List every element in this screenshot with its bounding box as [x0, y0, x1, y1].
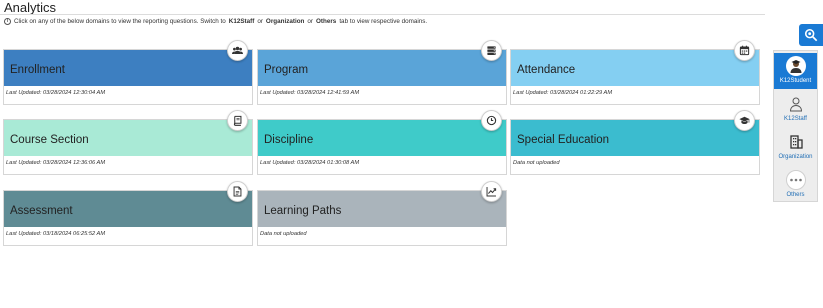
more-dots-icon — [785, 170, 806, 190]
tab-organization[interactable]: Organization — [774, 129, 817, 165]
card-title: Course Section — [10, 134, 89, 146]
search-icon — [804, 28, 818, 42]
info-text-k12staff: K12Staff — [228, 18, 255, 25]
info-icon: i — [4, 18, 11, 25]
card-title: Program — [264, 64, 309, 76]
tab-label: Others — [786, 192, 805, 198]
tab-k12staff[interactable]: K12Staff — [774, 91, 817, 127]
card-header: Discipline — [258, 110, 506, 156]
card-title: Attendance — [517, 64, 576, 76]
card-status: Last Updated: 03/28/2024 12:30:04 AM — [6, 90, 106, 96]
info-text-or-2: or — [307, 18, 314, 25]
info-text-organization: Organization — [265, 18, 305, 25]
info-message: i Click on any of the below domains to v… — [4, 18, 427, 25]
search-analytics-button[interactable] — [799, 24, 823, 46]
card-title: Special Education — [517, 134, 610, 146]
domain-card-learning-paths[interactable]: Learning Paths Data not uploaded — [257, 181, 507, 246]
card-header: Course Section — [4, 110, 252, 156]
card-title: Discipline — [264, 134, 314, 146]
card-title: Assessment — [10, 205, 73, 217]
info-text-post: tab to view respective domains. — [339, 18, 428, 25]
info-text-others: Others — [316, 18, 337, 25]
card-status: Last Updated: 03/28/2024 12:36:06 AM — [6, 160, 106, 166]
line-chart-icon — [481, 181, 502, 202]
tab-label: Organization — [778, 154, 813, 160]
tab-label: K12Staff — [784, 116, 807, 122]
card-header: Enrollment — [4, 40, 252, 86]
staff-person-icon — [786, 94, 806, 114]
book-icon — [227, 110, 248, 131]
card-status: Data not uploaded — [513, 160, 560, 166]
card-header: Program — [258, 40, 506, 86]
domain-tab-panel: K12Student K12Staff Organization Others — [773, 50, 818, 202]
card-header: Special Education — [511, 110, 759, 156]
card-status: Last Updated: 03/28/2024 12:41:59 AM — [260, 90, 360, 96]
card-title: Learning Paths — [264, 205, 342, 217]
card-status: Last Updated: 03/28/2024 01:22:29 AM — [513, 90, 613, 96]
card-header: Learning Paths — [258, 181, 506, 227]
building-icon — [786, 132, 806, 152]
page-title: Analytics — [4, 0, 57, 15]
card-header: Attendance — [511, 40, 759, 86]
card-status: Last Updated: 03/28/2024 01:30:08 AM — [260, 160, 360, 166]
domain-card-program[interactable]: Program Last Updated: 03/28/2024 12:41:5… — [257, 40, 507, 105]
info-text-pre: Click on any of the below domains to vie… — [14, 18, 226, 25]
card-title: Enrollment — [10, 64, 65, 76]
domain-card-course-section[interactable]: Course Section Last Updated: 03/28/2024 … — [3, 110, 253, 175]
clock-icon — [481, 110, 502, 131]
card-status: Last Updated: 03/18/2024 06:25:52 AM — [6, 231, 106, 237]
graduation-cap-icon — [734, 110, 755, 131]
info-text-or-1: or — [257, 18, 263, 25]
server-stack-icon — [481, 40, 502, 61]
card-header: Assessment — [4, 181, 252, 227]
users-group-icon — [227, 40, 248, 61]
document-icon — [227, 181, 248, 202]
student-avatar-icon — [785, 56, 806, 76]
title-divider — [0, 14, 765, 15]
domain-card-enrollment[interactable]: Enrollment Last Updated: 03/28/2024 12:3… — [3, 40, 253, 105]
tab-label: K12Student — [779, 78, 812, 84]
card-status: Data not uploaded — [260, 231, 307, 237]
domain-card-special-education[interactable]: Special Education Data not uploaded — [510, 110, 760, 175]
tab-others[interactable]: Others — [774, 167, 817, 203]
tab-k12student[interactable]: K12Student — [774, 53, 817, 89]
domain-card-discipline[interactable]: Discipline Last Updated: 03/28/2024 01:3… — [257, 110, 507, 175]
calendar-icon — [734, 40, 755, 61]
domain-card-attendance[interactable]: Attendance Last Updated: 03/28/2024 01:2… — [510, 40, 760, 105]
domain-card-assessment[interactable]: Assessment Last Updated: 03/18/2024 06:2… — [3, 181, 253, 246]
